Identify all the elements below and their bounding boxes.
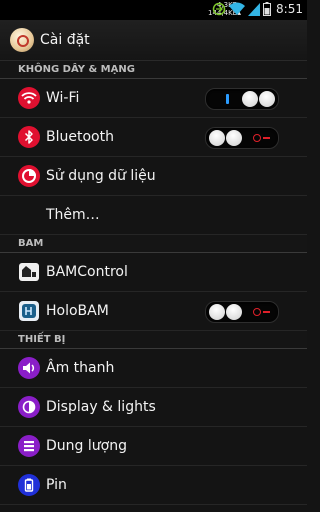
battery-icon (263, 2, 272, 16)
settings-item-more[interactable]: Thêm… (0, 196, 307, 235)
storage-icon (18, 435, 40, 457)
section-header-bam: BAM (0, 235, 307, 253)
settings-item-label: Pin (46, 477, 67, 493)
settings-item-label: BAMControl (46, 264, 128, 280)
toggle-off-indicator (253, 308, 261, 316)
toggle-knob (209, 130, 225, 146)
clock: 8:51 (276, 2, 303, 16)
toggle-knob (209, 304, 225, 320)
settings-item-label: Display & lights (46, 399, 156, 415)
settings-item-label: Wi-Fi (46, 90, 80, 106)
settings-item-wifi[interactable]: Wi-Fi (0, 79, 307, 118)
wifi-toggle[interactable] (205, 88, 279, 110)
toggle-knob (242, 91, 258, 107)
settings-item-display[interactable]: Display & lights (0, 388, 307, 427)
settings-item-label: HoloBAM (46, 303, 109, 319)
settings-item-label: Bluetooth (46, 129, 114, 145)
toggle-knob (259, 91, 275, 107)
settings-item-battery[interactable]: Pin (0, 466, 307, 505)
settings-item-bluetooth[interactable]: Bluetooth (0, 118, 307, 157)
bluetooth-toggle[interactable] (205, 127, 279, 149)
wifi-icon (229, 2, 246, 15)
settings-item-sound[interactable]: Âm thanh (0, 349, 307, 388)
empty-icon-slot (18, 204, 40, 226)
display-icon (18, 396, 40, 418)
action-bar: Cài đặt (0, 20, 307, 61)
settings-item-label: Thêm… (46, 207, 100, 223)
sync-icon (212, 2, 226, 16)
toggle-off-indicator (253, 134, 261, 142)
settings-item-holobam[interactable]: HoloBAM (0, 292, 307, 331)
section-header-device: THIẾT BỊ (0, 331, 307, 349)
toggle-on-indicator (226, 94, 229, 104)
section-header-wireless: KHÔNG DÂY & MẠNG (0, 61, 307, 79)
sound-icon (18, 357, 40, 379)
toggle-off-indicator-dash (263, 137, 270, 139)
toggle-knob (226, 304, 242, 320)
settings-item-label: Dung lượng (46, 438, 127, 454)
wifi-icon (18, 87, 40, 109)
data-usage-icon (18, 165, 40, 187)
battery-icon (18, 474, 40, 496)
settings-item-label: Sử dụng dữ liệu (46, 168, 156, 184)
holobam-toggle[interactable] (205, 301, 279, 323)
holobam-icon (19, 301, 39, 321)
settings-app-icon[interactable] (10, 28, 34, 52)
toggle-knob (226, 130, 242, 146)
toggle-off-indicator-dash (263, 311, 270, 313)
page-title: Cài đặt (40, 32, 90, 48)
settings-item-label: Âm thanh (46, 360, 115, 376)
signal-icon (248, 3, 261, 16)
settings-item-bamcontrol[interactable]: BAMControl (0, 253, 307, 292)
settings-item-storage[interactable]: Dung lượng (0, 427, 307, 466)
bluetooth-icon (18, 126, 40, 148)
settings-item-data-usage[interactable]: Sử dụng dữ liệu (0, 157, 307, 196)
status-bar: 4,3KB▾ 144,4KB▴ 8:51 (0, 0, 307, 20)
bamcontrol-icon (19, 263, 39, 281)
